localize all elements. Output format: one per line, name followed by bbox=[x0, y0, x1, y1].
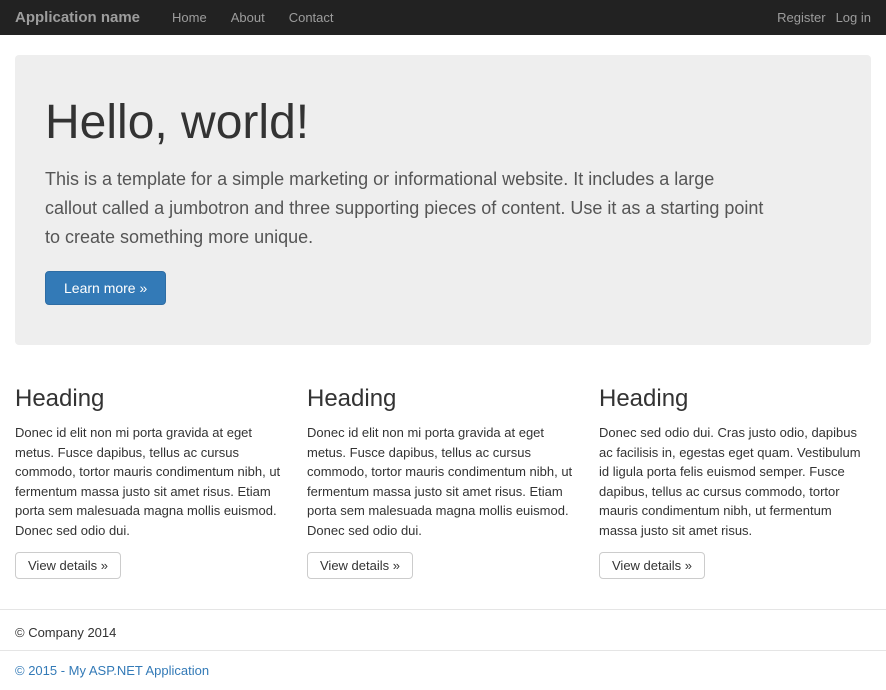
nav-link-contact[interactable]: Contact bbox=[277, 0, 346, 35]
navbar-brand[interactable]: Application name bbox=[15, 9, 140, 26]
col1-body: Donec id elit non mi porta gravida at eg… bbox=[15, 423, 287, 540]
login-link[interactable]: Log in bbox=[836, 10, 871, 25]
col3-body: Donec sed odio dui. Cras justo odio, dap… bbox=[599, 423, 871, 540]
nav-link-home[interactable]: Home bbox=[160, 0, 219, 35]
learn-more-button[interactable]: Learn more » bbox=[45, 271, 166, 305]
col2-heading: Heading bbox=[307, 385, 579, 413]
col3-view-details-button[interactable]: View details » bbox=[599, 552, 705, 579]
nav-item-home: Home bbox=[160, 0, 219, 35]
nav-link-about[interactable]: About bbox=[219, 0, 277, 35]
jumbotron: Hello, world! This is a template for a s… bbox=[15, 55, 871, 345]
column-3: Heading Donec sed odio dui. Cras justo o… bbox=[599, 385, 871, 579]
main-content: Heading Donec id elit non mi porta gravi… bbox=[0, 365, 886, 599]
col2-body: Donec id elit non mi porta gravida at eg… bbox=[307, 423, 579, 540]
register-link[interactable]: Register bbox=[777, 10, 825, 25]
column-2: Heading Donec id elit non mi porta gravi… bbox=[307, 385, 579, 579]
footer-asp: © 2015 - My ASP.NET Application bbox=[0, 650, 886, 690]
jumbotron-heading: Hello, world! bbox=[45, 95, 841, 150]
column-1: Heading Donec id elit non mi porta gravi… bbox=[15, 385, 287, 579]
navbar: Application name Home About Contact Regi… bbox=[0, 0, 886, 35]
col2-view-details-button[interactable]: View details » bbox=[307, 552, 413, 579]
jumbotron-description: This is a template for a simple marketin… bbox=[45, 165, 765, 251]
col1-view-details-button[interactable]: View details » bbox=[15, 552, 121, 579]
footer-copyright: © Company 2014 bbox=[0, 609, 886, 650]
copyright-text: © Company 2014 bbox=[15, 625, 116, 640]
navbar-nav: Home About Contact bbox=[160, 0, 777, 35]
navbar-right: Register Log in bbox=[777, 10, 871, 25]
col1-heading: Heading bbox=[15, 385, 287, 413]
nav-item-about: About bbox=[219, 0, 277, 35]
col3-heading: Heading bbox=[599, 385, 871, 413]
nav-item-contact: Contact bbox=[277, 0, 346, 35]
asp-footer-text: © 2015 - My ASP.NET Application bbox=[15, 663, 209, 678]
